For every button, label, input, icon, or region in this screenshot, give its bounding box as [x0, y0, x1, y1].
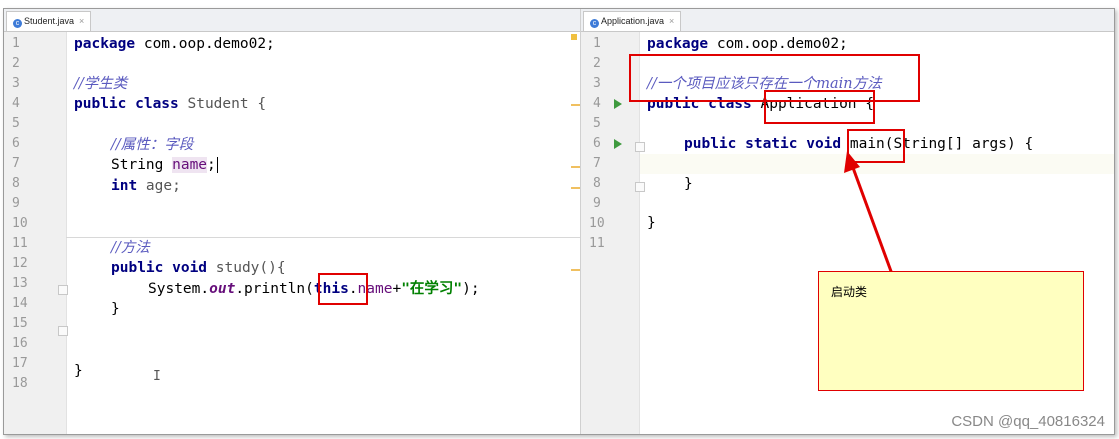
- note-text: 启动类: [831, 285, 868, 299]
- watermark: CSDN @qq_40816324: [951, 413, 1105, 430]
- sticky-note: 启动类: [818, 271, 1084, 391]
